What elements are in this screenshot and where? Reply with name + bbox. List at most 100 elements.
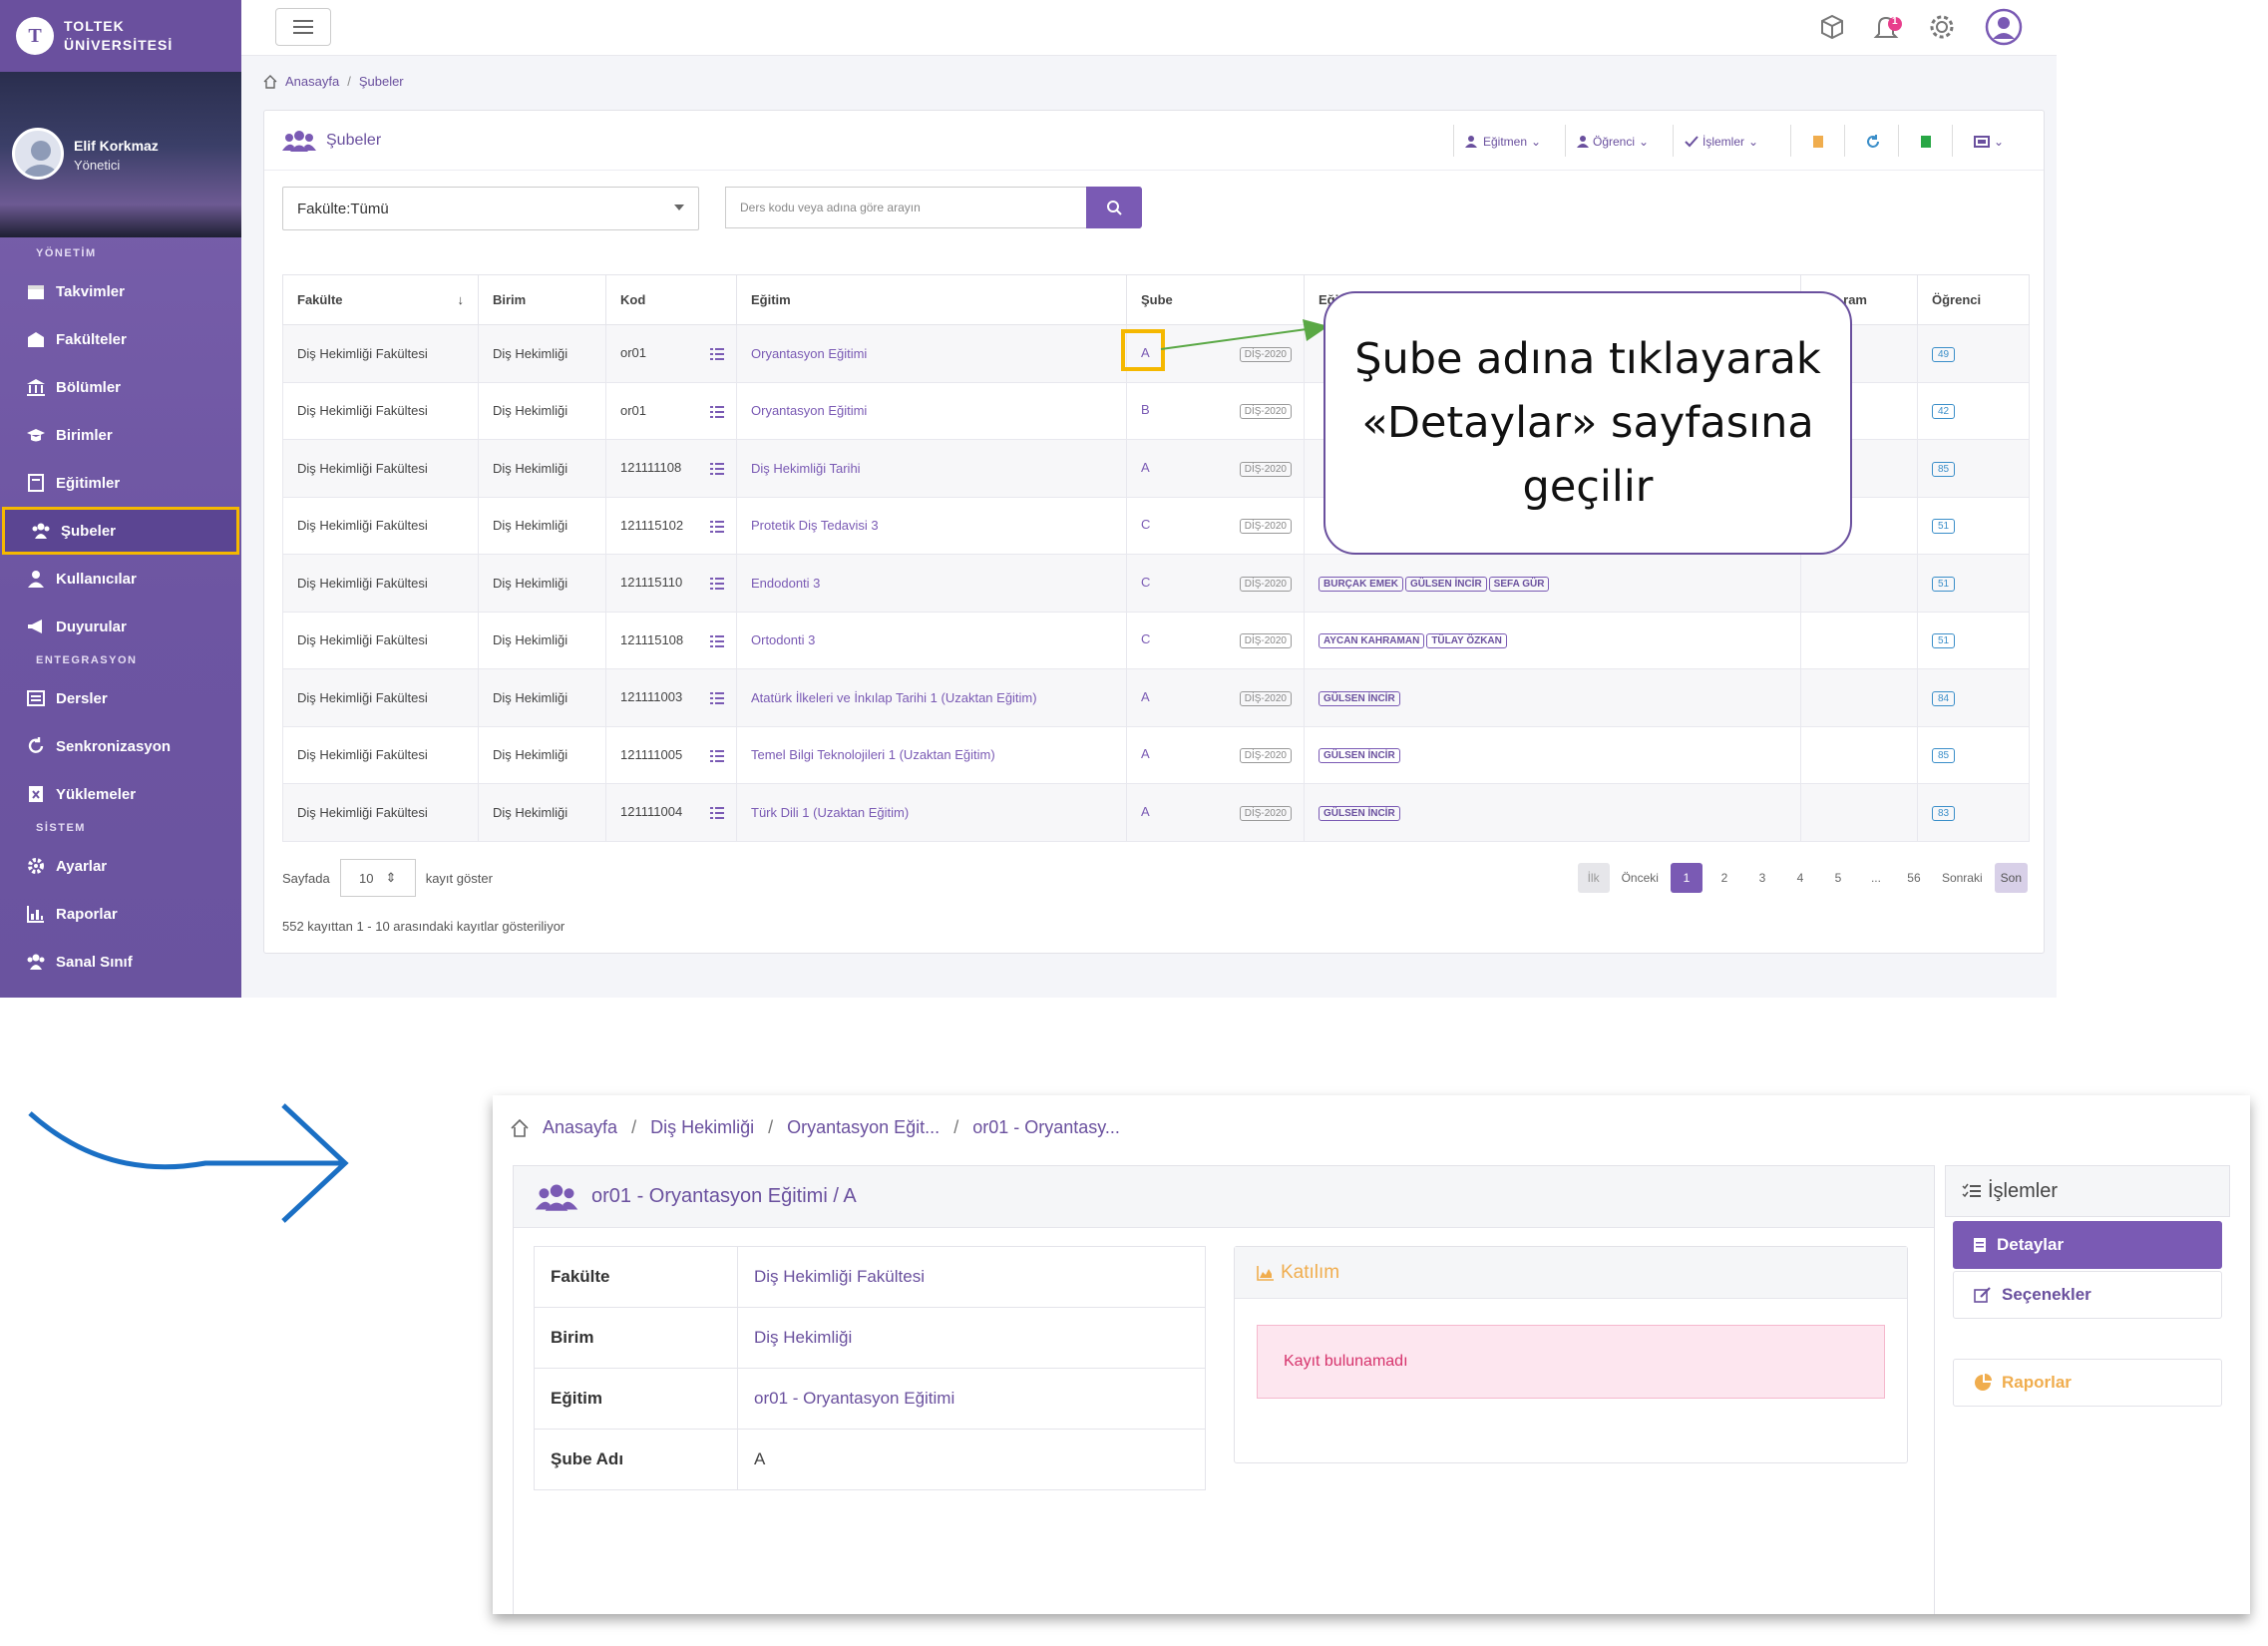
cell-sube[interactable]: A DİŞ-2020 <box>1126 783 1305 842</box>
cell-egitim[interactable]: Temel Bilgi Teknolojileri 1 (Uzaktan Eği… <box>736 725 1127 784</box>
student-count-badge[interactable]: 84 <box>1932 690 1956 706</box>
breadcrumb-home[interactable]: Anasayfa <box>543 1117 617 1138</box>
egitim-link[interactable]: Oryantasyon Eğitimi <box>751 346 867 361</box>
refresh-button[interactable] <box>1866 129 1880 155</box>
list-details-icon[interactable] <box>710 749 724 763</box>
instructor-tag[interactable]: SEFA GÜR <box>1488 576 1550 592</box>
page-sonraki[interactable]: Sonraki <box>1936 863 1989 893</box>
student-count-badge[interactable]: 42 <box>1932 404 1956 420</box>
sidebar-item-ayarlar[interactable]: Ayarlar <box>0 842 241 890</box>
egitim-link[interactable]: Temel Bilgi Teknolojileri 1 (Uzaktan Eği… <box>751 747 995 762</box>
cell-ogrenci[interactable]: 51 <box>1917 611 2030 669</box>
sube-link[interactable]: A <box>1141 689 1150 704</box>
page-size-select[interactable]: 10 ⇕ <box>339 859 416 897</box>
header-egitim[interactable]: Eğitim <box>736 274 1127 325</box>
page-önceki[interactable]: Önceki <box>1616 863 1665 893</box>
cell-sube[interactable]: A DİŞ-2020 <box>1126 668 1305 727</box>
cell-sube[interactable]: C DİŞ-2020 <box>1126 554 1305 613</box>
detail-value[interactable]: Diş Hekimliği <box>737 1307 1206 1369</box>
header-kod[interactable]: Kod <box>605 274 737 325</box>
header-fakulte[interactable]: Fakülte ↓ <box>282 274 479 325</box>
list-details-icon[interactable] <box>710 347 724 361</box>
breadcrumb-birim[interactable]: Diş Hekimliği <box>650 1117 754 1138</box>
page-4[interactable]: 4 <box>1784 863 1816 893</box>
list-details-icon[interactable] <box>710 577 724 591</box>
sube-link[interactable]: C <box>1141 517 1150 532</box>
page-56[interactable]: 56 <box>1898 863 1930 893</box>
cell-egitim[interactable]: Protetik Diş Tedavisi 3 <box>736 496 1127 555</box>
sube-link[interactable]: A <box>1141 804 1150 819</box>
cell-egitim[interactable]: Oryantasyon Eğitimi <box>736 381 1127 440</box>
sidebar-item-sanal-sınıf[interactable]: Sanal Sınıf <box>0 938 241 986</box>
cell-egitim[interactable]: Ortodonti 3 <box>736 611 1127 669</box>
instructor-tag[interactable]: GÜLSEN İNCİR <box>1319 690 1400 706</box>
list-details-icon[interactable] <box>710 520 724 534</box>
student-count-badge[interactable]: 85 <box>1932 461 1956 477</box>
cell-sube[interactable]: C DİŞ-2020 <box>1126 611 1305 669</box>
export-button[interactable] <box>1812 129 1824 155</box>
cube-icon[interactable] <box>1817 12 1847 42</box>
sidebar-item-senkronizasyon[interactable]: Senkronizasyon <box>0 722 241 770</box>
egitim-link[interactable]: Oryantasyon Eğitimi <box>751 403 867 418</box>
egitmen-dropdown[interactable]: Eğitmen ⌄ <box>1465 129 1541 155</box>
sidebar-item-bölümler[interactable]: Bölümler <box>0 363 241 411</box>
student-count-badge[interactable]: 85 <box>1932 748 1956 764</box>
page-son[interactable]: Son <box>1994 863 2028 893</box>
breadcrumb-home[interactable]: Anasayfa <box>285 74 339 89</box>
sidebar-item-duyurular[interactable]: Duyurular <box>0 603 241 650</box>
instructor-tag[interactable]: GÜLSEN İNCİR <box>1319 805 1400 821</box>
list-details-icon[interactable] <box>710 634 724 648</box>
student-count-badge[interactable]: 49 <box>1932 346 1956 362</box>
egitim-link[interactable]: Türk Dili 1 (Uzaktan Eğitim) <box>751 805 909 820</box>
cell-ogrenci[interactable]: 42 <box>1917 381 2030 440</box>
cell-ogrenci[interactable]: 83 <box>1917 783 2030 842</box>
instructor-tag[interactable]: GÜLSEN İNCİR <box>1405 576 1487 592</box>
cell-sube[interactable]: A DİŞ-2020 <box>1126 439 1305 498</box>
cell-ogrenci[interactable]: 84 <box>1917 668 2030 727</box>
sidebar-item-eğitimler[interactable]: Eğitimler <box>0 459 241 507</box>
breadcrumb-egitim[interactable]: Oryantasyon Eğit... <box>787 1117 940 1138</box>
list-details-icon[interactable] <box>710 405 724 419</box>
sube-link[interactable]: A <box>1141 460 1150 475</box>
ogrenci-dropdown[interactable]: Öğrenci ⌄ <box>1577 129 1649 155</box>
sidebar-item-dersler[interactable]: Dersler <box>0 674 241 722</box>
list-details-icon[interactable] <box>710 691 724 705</box>
cell-egitim[interactable]: Oryantasyon Eğitimi <box>736 324 1127 383</box>
cell-ogrenci[interactable]: 51 <box>1917 554 2030 613</box>
search-input[interactable]: Ders kodu veya adına göre arayın <box>725 187 1086 228</box>
student-count-badge[interactable]: 51 <box>1932 633 1956 649</box>
breadcrumb-current[interactable]: Şubeler <box>359 74 404 89</box>
student-count-badge[interactable]: 51 <box>1932 519 1956 535</box>
detail-value[interactable]: or01 - Oryantasyon Eğitimi <box>737 1368 1206 1430</box>
page-xxx[interactable]: ... <box>1860 863 1892 893</box>
student-count-badge[interactable]: 51 <box>1932 576 1956 592</box>
cell-sube[interactable]: B DİŞ-2020 <box>1126 381 1305 440</box>
secenekler-button[interactable]: Seçenekler <box>1953 1271 2222 1319</box>
page-ixlk[interactable]: İlk <box>1577 863 1610 893</box>
sidebar-item-kullanıcılar[interactable]: Kullanıcılar <box>0 555 241 603</box>
sidebar-item-raporlar[interactable]: Raporlar <box>0 890 241 938</box>
menu-toggle-button[interactable] <box>275 8 331 46</box>
brand[interactable]: T TOLTEK ÜNİVERSİTESİ <box>0 0 241 72</box>
sidebar-item-fakülteler[interactable]: Fakülteler <box>0 315 241 363</box>
page-5[interactable]: 5 <box>1822 863 1854 893</box>
cell-sube[interactable]: A DİŞ-2020 <box>1126 725 1305 784</box>
cell-ogrenci[interactable]: 51 <box>1917 496 2030 555</box>
egitim-link[interactable]: Atatürk İlkeleri ve İnkılap Tarihi 1 (Uz… <box>751 690 1037 705</box>
user-avatar-icon[interactable] <box>1985 8 2023 46</box>
sidebar-item-yüklemeler[interactable]: Yüklemeler <box>0 770 241 818</box>
page-1[interactable]: 1 <box>1670 863 1702 893</box>
sube-link[interactable]: A <box>1141 746 1150 761</box>
instructor-tag[interactable]: GÜLSEN İNCİR <box>1319 748 1400 764</box>
instructor-tag[interactable]: BURÇAK EMEK <box>1319 576 1403 592</box>
cell-egitim[interactable]: Diş Hekimliği Tarihi <box>736 439 1127 498</box>
instructor-tag[interactable]: TÜLAY ÖZKAN <box>1426 633 1507 649</box>
sidebar-item-birimler[interactable]: Birimler <box>0 411 241 459</box>
faculty-select[interactable]: Fakülte:Tümü <box>282 187 699 230</box>
sube-link[interactable]: C <box>1141 575 1150 590</box>
cell-egitim[interactable]: Endodonti 3 <box>736 554 1127 613</box>
islemler-dropdown[interactable]: İşlemler ⌄ <box>1685 129 1758 155</box>
excel-button[interactable] <box>1920 129 1932 155</box>
list-details-icon[interactable] <box>710 462 724 476</box>
page-2[interactable]: 2 <box>1708 863 1740 893</box>
